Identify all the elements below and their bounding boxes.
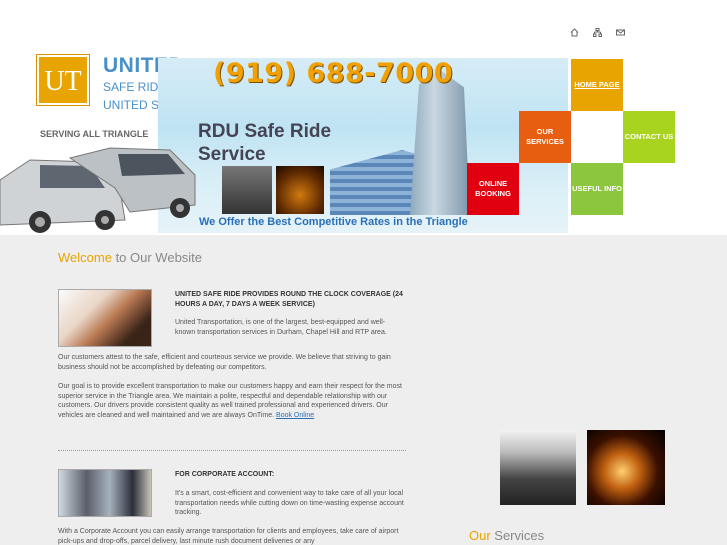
- book-online-link[interactable]: Book Online: [276, 412, 314, 419]
- nav-home-page[interactable]: HOME PAGE: [571, 59, 623, 111]
- tagline: We Offer the Best Competitive Rates in t…: [199, 216, 468, 228]
- welcome-highlight: Welcome: [58, 250, 112, 265]
- logo[interactable]: UT: [36, 54, 90, 106]
- customers-paragraph: Our customers attest to the safe, effici…: [58, 354, 391, 371]
- phone-number: (919) 688-7000: [213, 58, 454, 89]
- nav-online-booking[interactable]: ONLINE BOOKING: [467, 163, 519, 215]
- goal-paragraph: Our goal is to provide excellent transpo…: [58, 382, 408, 420]
- our-services-heading: Our Services: [469, 528, 544, 543]
- temple-photo: [587, 430, 665, 505]
- nav-useful-info[interactable]: USEFUL INFO: [571, 163, 623, 215]
- cathedral-thumbnail: [222, 166, 272, 214]
- banner-title: RDU Safe Ride Service: [198, 121, 332, 165]
- cathedral-photo: [500, 430, 576, 505]
- home-icon[interactable]: [570, 28, 579, 37]
- operator-photo: [58, 289, 152, 347]
- goal-text: Our goal is to provide excellent transpo…: [58, 383, 402, 419]
- services-highlight: Our: [469, 528, 491, 543]
- nav-contact-us[interactable]: CONTACT US: [623, 111, 675, 163]
- corporate-detail-paragraph: With a Corporate Account you can easily …: [58, 528, 399, 545]
- corporate-heading: FOR CORPORATE ACCOUNT:: [175, 471, 275, 478]
- mail-icon[interactable]: [616, 28, 625, 37]
- sitemap-icon[interactable]: [593, 28, 602, 37]
- welcome-rest: to Our Website: [111, 250, 203, 265]
- top-links: [570, 28, 625, 37]
- brand-subtitle: SAFE RIDE: [103, 80, 167, 94]
- divider: [58, 450, 406, 451]
- main-content: Welcome to Our Website UNITED SAFE RIDE …: [0, 235, 727, 545]
- tower-image: [410, 70, 470, 215]
- serving-label: SERVING ALL TRIANGLE: [40, 129, 149, 139]
- services-rest: Services: [490, 528, 545, 543]
- corporate-paragraph: It's a smart, cost-efficient and conveni…: [175, 490, 404, 516]
- temple-thumbnail: [276, 166, 324, 214]
- intro-paragraph: United Transportation, is one of the lar…: [175, 319, 387, 336]
- corporate-photo: [58, 469, 152, 517]
- nav-our-services[interactable]: OUR SERVICES: [519, 111, 571, 163]
- cars-image: [0, 147, 196, 233]
- coverage-heading: UNITED SAFE RIDE PROVIDES ROUND THE CLOC…: [175, 291, 403, 308]
- header: UT UNITED SAFE RIDE UNITED SAFE RIDE (91…: [0, 0, 727, 235]
- welcome-heading: Welcome to Our Website: [58, 250, 202, 265]
